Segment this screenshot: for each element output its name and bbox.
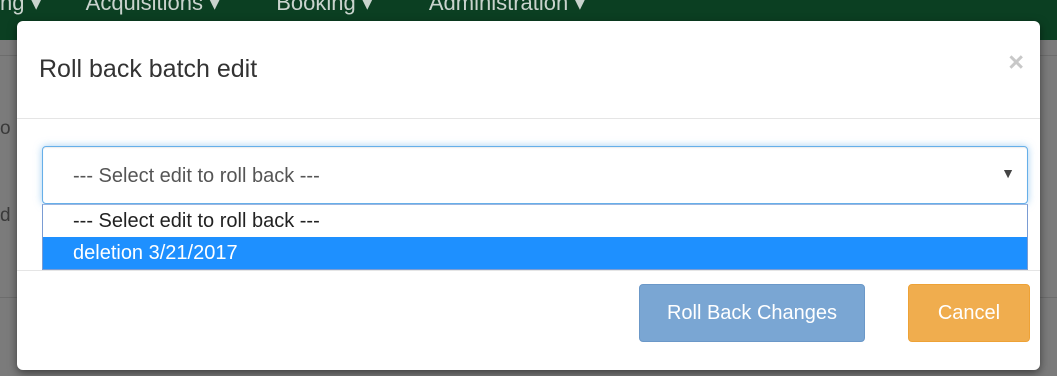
nav-item-administration[interactable]: Administration ▾ (429, 0, 586, 14)
modal-header: Roll back batch edit × (17, 21, 1040, 119)
select-option-deletion[interactable]: deletion 3/21/2017 (43, 237, 1027, 269)
nav-item-acquisitions[interactable]: Acquisitions ▾ (86, 0, 221, 14)
backdrop-text-fragment: d (0, 205, 11, 226)
modal-footer (17, 270, 1040, 371)
select-current-value: --- Select edit to roll back --- (73, 165, 320, 187)
close-icon[interactable]: × (1008, 47, 1024, 77)
modal-title: Roll back batch edit (39, 55, 258, 83)
chevron-down-icon: ▼ (1001, 165, 1015, 181)
select-dropdown-list: --- Select edit to roll back --- deletio… (42, 204, 1028, 270)
select-option-placeholder[interactable]: --- Select edit to roll back --- (43, 205, 1027, 237)
backdrop-text-fragment: o (0, 118, 11, 139)
roll-back-changes-button[interactable]: Roll Back Changes (639, 284, 865, 342)
nav-item-cataloging[interactable]: ng ▾ (0, 0, 42, 14)
rollback-edit-select[interactable]: --- Select edit to roll back --- ▼ (42, 146, 1028, 204)
nav-item-booking[interactable]: Booking ▾ (276, 0, 373, 14)
rollback-modal: Roll back batch edit × --- Select edit t… (17, 21, 1040, 370)
cancel-button[interactable]: Cancel (908, 284, 1030, 342)
